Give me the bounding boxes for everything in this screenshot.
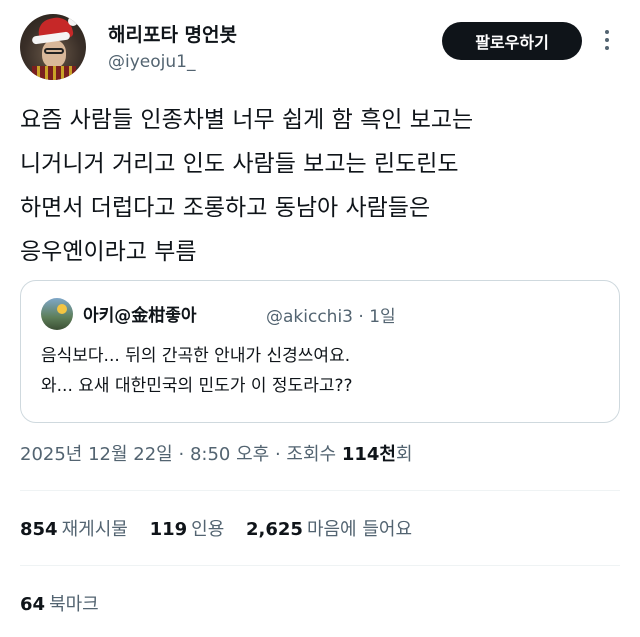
meta-separator: · [358, 307, 364, 327]
tweet-header: 해리포타 명언봇 @iyeoju1_ 팔로우하기 [20, 14, 620, 84]
tweet-body: 요즘 사람들 인종차별 너무 쉽게 함 흑인 보고는 니거니거 거리고 인도 사… [20, 98, 620, 274]
engagement-stats: 854 재게시물 119 인용 2,625 마음에 들어요 [20, 515, 428, 541]
tweet-timestamp-row: 2025년 12월 22일 · 8:50 오후 · 조회수 114천회 [20, 440, 413, 466]
author-handle[interactable]: @iyeoju1_ [108, 52, 195, 72]
bookmarks-count: 64 [20, 594, 46, 615]
bookmarks-label: 북마크 [49, 594, 99, 615]
more-vertical-icon[interactable] [600, 26, 614, 54]
avatar-scarf [32, 66, 76, 80]
quoted-tweet-line: 음식보다... 뒤의 간곡한 안내가 신경쓰여요. [41, 346, 351, 366]
avatar-face [42, 40, 66, 68]
likes-count: 2,625 [246, 519, 303, 540]
views-suffix: 회 [395, 444, 413, 465]
tweet-time[interactable]: 8:50 오후 [190, 444, 269, 465]
quoted-tweet-age[interactable]: 1일 [369, 307, 395, 327]
likes-label: 마음에 들어요 [306, 519, 413, 540]
quoted-tweet-card[interactable]: 아키@金柑좋아 @akicchi3 · 1일 음식보다... 뒤의 간곡한 안내… [20, 280, 620, 423]
bookmarks-stat[interactable]: 64 북마크 [20, 590, 99, 616]
tweet-line: 니거니거 거리고 인도 사람들 보고는 린도린도 [20, 151, 459, 177]
meta-separator: · [178, 444, 185, 465]
reposts-label: 재게시물 [61, 519, 128, 540]
quoted-author-avatar[interactable] [41, 298, 73, 330]
quoted-tweet-line: 와... 요새 대한민국의 민도가 이 정도라고?? [41, 376, 353, 396]
avatar-scenery [57, 304, 67, 314]
likes-stat[interactable]: 2,625 마음에 들어요 [246, 515, 412, 541]
views-label: 조회수 [286, 444, 337, 465]
quoted-author-name[interactable]: 아키@金柑좋아 [83, 301, 197, 326]
author-display-name[interactable]: 해리포타 명언봇 [108, 20, 237, 47]
quotes-stat[interactable]: 119 인용 [150, 515, 225, 541]
follow-button[interactable]: 팔로우하기 [442, 22, 582, 60]
more-dot [605, 30, 609, 34]
more-dot [605, 46, 609, 50]
santa-hat-pompom [68, 16, 78, 26]
more-dot [605, 38, 609, 42]
quotes-label: 인용 [191, 519, 225, 540]
divider [20, 490, 620, 491]
quotes-count: 119 [149, 519, 188, 540]
avatar-glasses [44, 48, 64, 54]
divider [20, 565, 620, 566]
quoted-author-meta: @akicchi3 · 1일 [266, 302, 396, 327]
tweet-date[interactable]: 2025년 12월 22일 [20, 444, 173, 465]
quoted-tweet-body: 음식보다... 뒤의 간곡한 안내가 신경쓰여요. 와... 요새 대한민국의 … [41, 341, 601, 401]
reposts-count: 854 [20, 519, 58, 540]
meta-separator: · [274, 444, 281, 465]
views-count: 114천 [341, 444, 396, 465]
tweet-line: 응우옌이라고 부름 [20, 239, 197, 265]
tweet-line: 요즘 사람들 인종차별 너무 쉽게 함 흑인 보고는 [20, 107, 474, 133]
quoted-author-handle[interactable]: @akicchi3 [266, 307, 353, 327]
reposts-stat[interactable]: 854 재게시물 [20, 515, 128, 541]
tweet-line: 하면서 더럽다고 조롱하고 동남아 사람들은 [20, 195, 431, 221]
author-avatar[interactable] [20, 14, 86, 80]
